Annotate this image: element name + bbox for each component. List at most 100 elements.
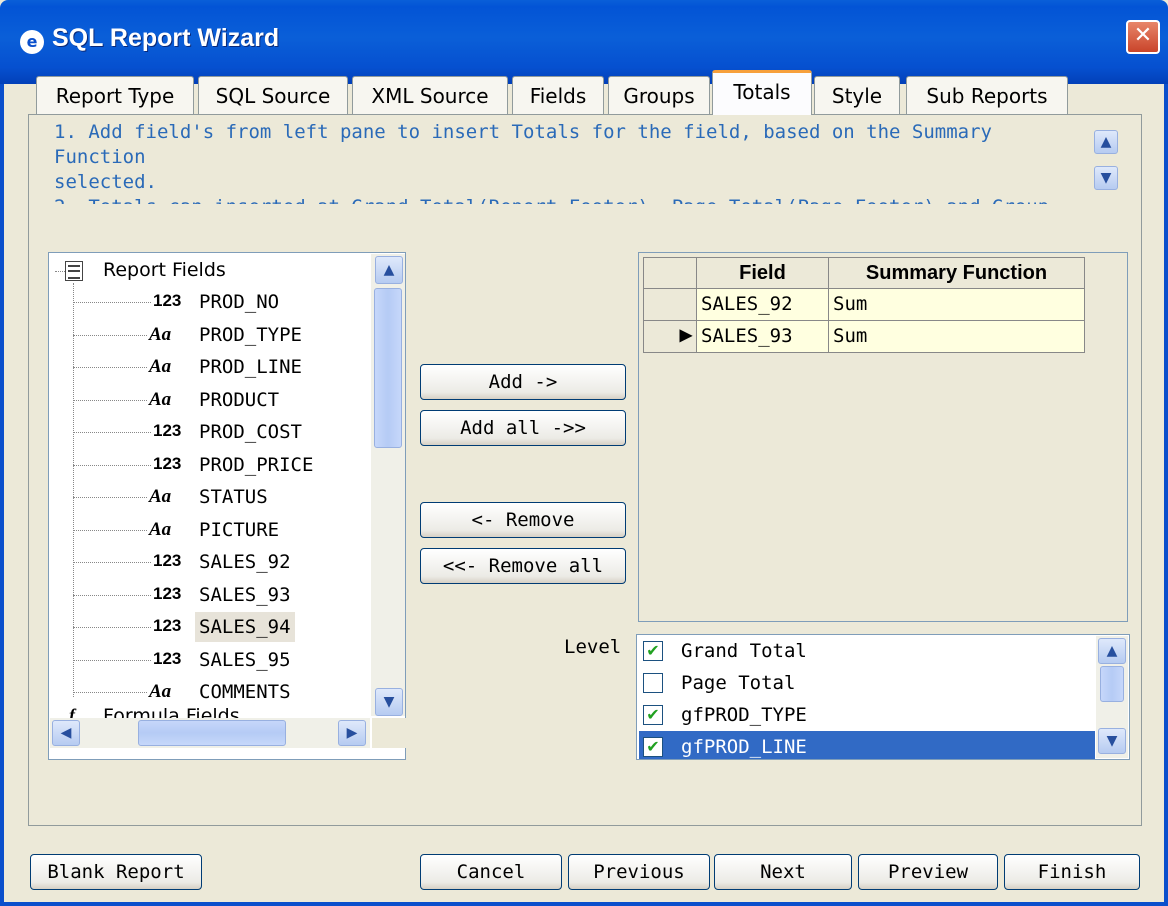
tree-item[interactable]: Aa PICTURE	[73, 515, 373, 545]
remove-button[interactable]: <- Remove	[420, 502, 626, 538]
tree-item[interactable]: Aa STATUS	[73, 482, 373, 512]
numeric-field-icon: 123	[153, 648, 182, 668]
tree-item[interactable]: 123 SALES_94	[73, 612, 373, 642]
level-option-gfprod-line[interactable]: ✔ gfPROD_LINE	[639, 731, 1095, 759]
remove-all-button[interactable]: <<- Remove all	[420, 548, 626, 584]
tree-connector	[73, 399, 147, 401]
tree-scroll-thumb[interactable]	[374, 288, 402, 448]
tree-connector	[73, 302, 151, 303]
level-checkbox[interactable]: ✔	[643, 737, 663, 757]
tree-item[interactable]: Aa PROD_TYPE	[73, 320, 373, 350]
tab-totals[interactable]: Totals	[712, 70, 812, 115]
grid-cell-field[interactable]: SALES_93	[697, 321, 829, 353]
tab-groups[interactable]: Groups	[608, 76, 710, 114]
cancel-button[interactable]: Cancel	[420, 854, 562, 890]
grid-cell-function[interactable]: Sum	[829, 321, 1085, 353]
tree-scroll-right-icon[interactable]: ▶	[338, 720, 366, 746]
close-button[interactable]: ✕	[1126, 20, 1160, 54]
finish-button[interactable]: Finish	[1004, 854, 1140, 890]
level-option-label: Page Total	[681, 672, 796, 694]
window-frame-bottom	[0, 902, 1168, 906]
text-field-icon: Aa	[149, 486, 172, 507]
level-label: Level	[564, 636, 622, 658]
instructions-scroll-down-icon[interactable]: ▼	[1094, 166, 1118, 190]
tree-connector	[73, 594, 151, 596]
text-field-icon: Aa	[149, 356, 172, 377]
text-field-icon: Aa	[149, 388, 172, 410]
tree-item[interactable]: 123 SALES_95	[73, 645, 373, 675]
level-checklist[interactable]: ✔ Grand Total Page Total ✔ gfPROD_TYPE ✔…	[636, 634, 1130, 760]
numeric-field-icon: 123	[153, 453, 182, 473]
text-field-icon: Aa	[149, 323, 172, 345]
level-option-page-total[interactable]: Page Total	[639, 667, 1095, 699]
level-scroll-down-icon[interactable]: ▼	[1098, 728, 1126, 754]
tree-hscroll-thumb[interactable]	[138, 720, 286, 746]
next-button[interactable]: Next	[714, 854, 852, 890]
tree-item-label: PROD_TYPE	[199, 323, 302, 346]
tree-item[interactable]: 123 SALES_93	[73, 580, 373, 610]
report-fields-tree[interactable]: Report Fields 123 PROD_NO Aa PROD_TYPE Aa PRO…	[48, 252, 406, 760]
level-checkbox[interactable]: ✔	[643, 641, 663, 661]
tab-fields[interactable]: Fields	[512, 76, 604, 114]
instructions-text: 1. Add field's from left pane to insert …	[54, 120, 1088, 204]
grid-row-header[interactable]	[643, 289, 697, 321]
instruction-line-3: 2. Totals can inserted at Grand Total(Re…	[54, 195, 1088, 204]
tree-scroll-down-icon[interactable]: ▼	[375, 688, 403, 716]
tree-connector	[73, 562, 151, 563]
current-row-indicator-icon[interactable]: ▶	[643, 321, 697, 353]
tree-scroll-left-icon[interactable]: ◀	[52, 720, 80, 746]
tree-root-report-fields[interactable]: Report Fields	[103, 255, 226, 285]
grid-header-field[interactable]: Field	[697, 257, 829, 289]
tree-item-label: PICTURE	[199, 518, 280, 541]
numeric-field-icon: 123	[153, 583, 182, 603]
tab-xml-source[interactable]: XML Source	[352, 76, 508, 114]
totals-grid[interactable]: Field Summary Function SALES_92 Sum ▶ SA…	[638, 252, 1128, 622]
tree-scroll-up-icon[interactable]: ▲	[375, 256, 403, 284]
tree-item[interactable]: 123 PROD_NO	[73, 287, 373, 317]
tree-item[interactable]: Aa PRODUCT	[73, 385, 373, 415]
tree-item[interactable]: 123 PROD_COST	[73, 417, 373, 447]
add-all-button[interactable]: Add all ->>	[420, 410, 626, 446]
grid-header-summary-function[interactable]: Summary Function	[829, 257, 1085, 289]
grid-corner-header	[643, 257, 697, 289]
scroll-corner	[372, 718, 406, 748]
numeric-field-icon: 123	[153, 421, 182, 440]
tree-item-label: SALES_94	[195, 612, 295, 642]
level-option-gfprod-type[interactable]: ✔ gfPROD_TYPE	[639, 699, 1095, 731]
level-scroll-thumb[interactable]	[1100, 666, 1124, 702]
level-checkbox[interactable]: ✔	[643, 705, 663, 725]
tree-connector	[73, 432, 151, 433]
preview-button[interactable]: Preview	[858, 854, 998, 890]
tree-connector	[73, 497, 147, 498]
tab-sub-reports[interactable]: Sub Reports	[906, 76, 1068, 114]
tree-item-label: PROD_LINE	[199, 356, 302, 378]
blank-report-button[interactable]: Blank Report	[30, 854, 202, 890]
grid-cell-field[interactable]: SALES_92	[697, 289, 829, 321]
window-frame-left	[0, 84, 4, 906]
tree-item-label: PRODUCT	[199, 388, 280, 411]
tree-item[interactable]: 123 SALES_92	[73, 547, 373, 577]
text-field-icon: Aa	[149, 518, 172, 540]
text-field-icon: Aa	[149, 681, 172, 702]
tree-item-label: SALES_92	[199, 551, 291, 573]
grid-cell-function[interactable]: Sum	[829, 289, 1085, 321]
tree-connector	[73, 367, 147, 368]
instruction-line-2: selected.	[54, 171, 157, 193]
previous-button[interactable]: Previous	[568, 854, 710, 890]
tab-style[interactable]: Style	[814, 76, 900, 114]
tree-item[interactable]: 123 PROD_PRICE	[73, 450, 373, 480]
tree-item-label: SALES_93	[199, 583, 291, 606]
tab-sql-source[interactable]: SQL Source	[198, 76, 348, 114]
level-checkbox[interactable]	[643, 673, 663, 693]
instructions-scroll-up-icon[interactable]: ▲	[1094, 130, 1118, 154]
tree-item[interactable]: Aa PROD_LINE	[73, 352, 373, 382]
tree-item-label: PROD_PRICE	[199, 453, 314, 476]
tree-connector	[73, 659, 151, 661]
tree-connector	[73, 334, 147, 336]
numeric-field-icon: 123	[153, 551, 182, 570]
tab-report-type[interactable]: Report Type	[36, 76, 194, 114]
level-scroll-up-icon[interactable]: ▲	[1098, 638, 1126, 664]
level-option-grand-total[interactable]: ✔ Grand Total	[639, 635, 1095, 667]
window-frame-right	[1164, 84, 1168, 906]
add-button[interactable]: Add ->	[420, 364, 626, 400]
